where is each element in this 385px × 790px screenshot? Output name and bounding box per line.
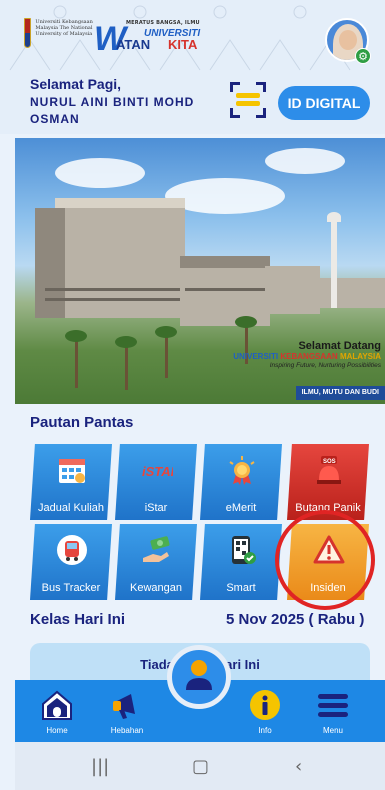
scan-qr-button[interactable]	[230, 82, 266, 118]
campus-banner-image[interactable]: Selamat Datang UNIVERSITI KEBANGSAAN MAL…	[15, 138, 385, 404]
info-icon	[250, 690, 280, 720]
ukm-crest-icon	[24, 18, 32, 48]
nav-menu[interactable]: Menu	[303, 688, 363, 735]
wawasan-kita-logo: MERATUS BANGSA, ILMU W UNIVERSITI ATAN K…	[94, 20, 201, 58]
nav-home[interactable]: Home	[27, 688, 87, 735]
sos-icon: SOS	[317, 456, 341, 484]
hamburger-menu-icon	[318, 694, 348, 717]
medal-icon	[229, 456, 255, 485]
id-digital-button[interactable]: ID DIGITAL	[278, 86, 370, 120]
classes-date: 5 Nov 2025 ( Rabu )	[226, 611, 365, 628]
banner-motto: ILMU, MUTU DAN BUDI	[295, 386, 385, 400]
quick-links-title: Pautan Pantas	[30, 414, 134, 431]
svg-text:iSTAR: iSTAR	[142, 464, 173, 479]
tile-jadual-kuliah[interactable]: Jadual Kuliah	[30, 444, 112, 520]
android-system-nav: ||| ▢ ‹	[15, 742, 385, 790]
bus-icon	[57, 535, 87, 565]
tile-kewangan[interactable]: Kewangan	[115, 524, 197, 600]
qr-phone-icon	[232, 536, 256, 564]
nav-info[interactable]: Info	[235, 688, 295, 735]
tile-smart[interactable]: Smart	[200, 524, 282, 600]
megaphone-icon	[113, 694, 135, 719]
home-icon	[42, 690, 72, 720]
settings-gear-icon[interactable]: ⚙	[355, 48, 371, 64]
user-icon	[186, 660, 212, 690]
tile-emerit[interactable]: eMerit	[200, 444, 282, 520]
calendar-icon	[59, 459, 85, 483]
ukm-logo: Universiti Kebangsaan Malaysia The Natio…	[24, 18, 94, 56]
profile-fab-button[interactable]	[167, 645, 231, 709]
app-header: Universiti Kebangsaan Malaysia The Natio…	[0, 0, 385, 72]
istar-logo: iSTAR	[142, 464, 173, 479]
recent-apps-button[interactable]: |||	[91, 756, 109, 777]
ukm-logo-text: Universiti Kebangsaan Malaysia The Natio…	[35, 19, 93, 37]
home-system-button[interactable]: ▢	[192, 756, 209, 777]
user-name: NURUL AINI BINTI MOHD OSMAN	[30, 95, 195, 126]
back-button[interactable]: ‹	[295, 756, 302, 777]
greeting-label: Selamat Pagi,	[30, 76, 122, 92]
nav-hebahan[interactable]: Hebahan	[97, 688, 157, 735]
red-circle-annotation	[275, 510, 375, 610]
svg-text:SOS: SOS	[323, 459, 336, 465]
tile-bus-tracker[interactable]: Bus Tracker	[30, 524, 112, 600]
tile-istar[interactable]: iSTAR iStar	[115, 444, 197, 520]
tile-butang-panik[interactable]: SOS Butang Panik	[287, 444, 369, 520]
classes-title: Kelas Hari Ini	[30, 611, 126, 628]
greeting-section: Selamat Pagi, NURUL AINI BINTI MOHD OSMA…	[0, 72, 385, 134]
banner-caption: Selamat Datang UNIVERSITI KEBANGSAAN MAL…	[233, 340, 381, 369]
money-icon	[143, 536, 170, 562]
